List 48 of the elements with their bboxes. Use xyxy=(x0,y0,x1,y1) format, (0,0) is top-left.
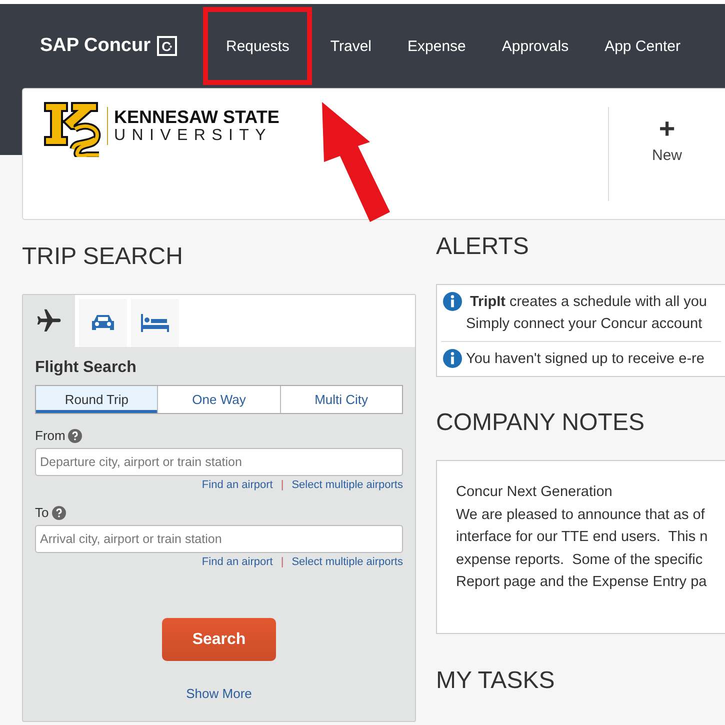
nav-tab[interactable]: Expense xyxy=(390,7,484,85)
note-text: Report page and the Expense Entry pa xyxy=(456,573,706,592)
travel-tab[interactable] xyxy=(131,299,179,347)
airport-link[interactable]: Find an airport xyxy=(202,556,273,568)
trip-type-tab[interactable]: Multi City xyxy=(280,386,402,413)
show-more-link[interactable]: Show More xyxy=(35,686,403,701)
location-field[interactable]: Arrival city, airport or train station xyxy=(35,525,403,553)
link-separator: | xyxy=(280,556,284,568)
section-heading: TRIP SEARCH xyxy=(22,242,184,272)
note-text: expense reports. Some of the specific xyxy=(456,550,704,570)
alert-text: You haven't signed up to receive e-re xyxy=(466,350,704,369)
note-text: interface for our TTE end users. This n xyxy=(456,528,706,547)
bed-icon xyxy=(139,312,171,334)
alert-text: TripIt creates a schedule with all you xyxy=(469,293,707,312)
airport-link[interactable]: Select multiple airports xyxy=(292,556,403,568)
link-separator: | xyxy=(280,479,284,491)
help-icon[interactable] xyxy=(68,428,82,442)
travel-tab[interactable] xyxy=(79,299,127,347)
new-link[interactable]: New xyxy=(652,147,682,164)
note-text: We are pleased to announce that as of xyxy=(456,506,706,524)
search-button[interactable]: Search xyxy=(162,618,276,661)
nav-tab[interactable]: Requests xyxy=(203,7,312,85)
airport-link[interactable]: Select multiple airports xyxy=(292,479,403,491)
nav-tab[interactable]: Approvals xyxy=(484,7,587,85)
help-icon[interactable] xyxy=(52,506,66,520)
section-heading: MY TASKS xyxy=(436,666,556,696)
brand-logo: C· xyxy=(156,36,177,56)
note-title: Concur Next Generation xyxy=(456,483,614,502)
trip-type-tab[interactable]: One Way xyxy=(158,386,281,413)
nav-tab[interactable]: Travel xyxy=(312,7,390,85)
field-label: From xyxy=(35,428,66,443)
nav-tab[interactable]: App Center xyxy=(586,7,698,85)
brand-name: SAP Concur xyxy=(40,35,151,57)
location-field[interactable]: Departure city, airport or train station xyxy=(35,448,403,476)
monogram-logo-icon xyxy=(43,99,101,157)
airport-link[interactable]: Find an airport xyxy=(202,479,273,491)
section-heading: COMPANY NOTES xyxy=(436,408,646,438)
plus-icon[interactable]: + xyxy=(658,117,676,141)
organization-subtitle: UNIVERSITY xyxy=(114,127,274,145)
travel-tab[interactable] xyxy=(23,295,75,347)
info-icon xyxy=(443,349,462,368)
info-icon xyxy=(443,292,462,311)
section-heading: ALERTS xyxy=(436,232,530,262)
trip-type-tab[interactable]: Round Trip xyxy=(36,386,158,413)
form-title: Flight Search xyxy=(35,359,138,377)
field-label: To xyxy=(35,505,49,520)
alert-text: Simply connect your Concur account xyxy=(466,315,704,334)
organization-name: KENNESAW STATE xyxy=(114,107,280,127)
